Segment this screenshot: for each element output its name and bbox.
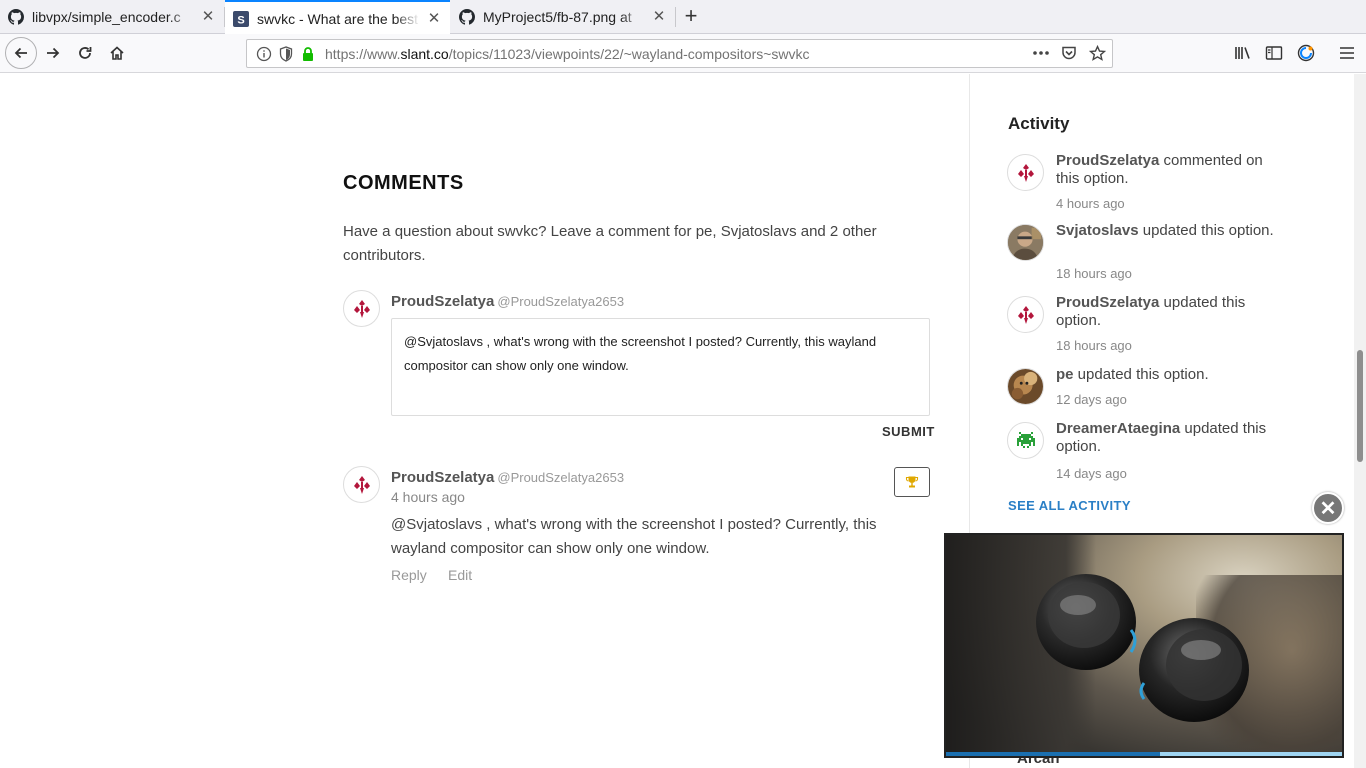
video-player[interactable] bbox=[944, 533, 1344, 758]
activity-time[interactable]: 14 days ago bbox=[1056, 466, 1127, 481]
new-tab-button[interactable]: + bbox=[678, 4, 704, 30]
comment-author: ProudSzelatya @ProudSzelatya2653 bbox=[391, 469, 624, 487]
bookmark-star-icon[interactable] bbox=[1088, 44, 1106, 62]
activity-action: updated this option. bbox=[1073, 366, 1209, 383]
svg-text:S: S bbox=[237, 14, 244, 26]
back-arrow-icon bbox=[14, 47, 27, 59]
avatar[interactable] bbox=[343, 290, 380, 327]
slant-icon: S bbox=[233, 10, 249, 27]
hamburger-menu-icon[interactable] bbox=[1337, 43, 1357, 63]
forward-button[interactable] bbox=[38, 38, 68, 68]
activity-text: pe updated this option. bbox=[1056, 366, 1276, 384]
proudszelatya-logo-icon bbox=[1017, 163, 1034, 182]
comment-textarea[interactable]: @Svjatoslavs , what's wrong with the scr… bbox=[391, 318, 930, 416]
comment-timestamp[interactable]: 4 hours ago bbox=[391, 489, 465, 505]
tab-title: swvkc - What are the best bbox=[257, 10, 419, 27]
composer-author: ProudSzelatya @ProudSzelatya2653 bbox=[391, 293, 624, 311]
video-progress-bar[interactable] bbox=[946, 752, 1342, 756]
home-button[interactable] bbox=[102, 38, 132, 68]
lock-icon[interactable] bbox=[299, 45, 317, 63]
activity-user[interactable]: Svjatoslavs bbox=[1056, 222, 1139, 239]
activity-text: ProudSzelatya updated this option. bbox=[1056, 294, 1276, 330]
tab-bar: libvpx/simple_encoder.c ✕ S swvkc - What… bbox=[0, 0, 1366, 35]
activity-text: DreamerAtaegina updated this option. bbox=[1056, 420, 1276, 456]
proudszelatya-logo-icon bbox=[353, 299, 370, 318]
avatar[interactable] bbox=[1007, 224, 1044, 261]
page-content: COMMENTS Have a question about swvkc? Le… bbox=[0, 74, 1354, 768]
avatar[interactable] bbox=[343, 466, 380, 503]
author-handle: @ProudSzelatya2653 bbox=[497, 294, 625, 309]
account-icon[interactable] bbox=[1296, 43, 1316, 63]
tab-title: MyProject5/fb-87.png at bbox=[483, 9, 632, 25]
earbuds-image bbox=[1036, 574, 1249, 722]
url-text: https://www.slant.co/topics/11023/viewpo… bbox=[325, 46, 810, 62]
scrollbar-thumb[interactable] bbox=[1357, 350, 1363, 462]
url-domain: slant.co bbox=[400, 45, 449, 62]
submit-button[interactable]: SUBMIT bbox=[882, 424, 935, 439]
pe-photo-icon bbox=[1008, 369, 1043, 404]
home-icon bbox=[110, 46, 124, 60]
author-name[interactable]: ProudSzelatya bbox=[391, 293, 494, 310]
reload-icon bbox=[79, 47, 92, 59]
tab-separator bbox=[675, 7, 676, 27]
see-all-activity-link[interactable]: SEE ALL ACTIVITY bbox=[1008, 498, 1131, 513]
library-icon[interactable] bbox=[1233, 43, 1253, 63]
github-icon bbox=[8, 9, 24, 25]
activity-user[interactable]: DreamerAtaegina bbox=[1056, 420, 1180, 437]
activity-time[interactable]: 18 hours ago bbox=[1056, 266, 1132, 281]
pocket-icon[interactable] bbox=[1060, 44, 1078, 62]
award-button[interactable] bbox=[894, 467, 930, 497]
activity-time[interactable]: 12 days ago bbox=[1056, 392, 1127, 407]
page-scrollbar[interactable] bbox=[1354, 74, 1366, 768]
dreamerataegina-invader-icon bbox=[1016, 431, 1035, 448]
svjatoslavs-photo-icon bbox=[1008, 225, 1043, 260]
close-video-button[interactable]: ✕ bbox=[1312, 492, 1344, 524]
proudszelatya-logo-icon bbox=[353, 475, 370, 494]
activity-text: Svjatoslavs updated this option. bbox=[1056, 222, 1276, 240]
tab-swvkc[interactable]: S swvkc - What are the best ✕ bbox=[225, 0, 450, 35]
forward-arrow-icon bbox=[47, 47, 60, 59]
close-tab-icon[interactable]: ✕ bbox=[651, 9, 667, 25]
page-actions-icon[interactable] bbox=[1032, 44, 1050, 62]
activity-text: ProudSzelatya commented on this option. bbox=[1056, 152, 1276, 188]
github-icon bbox=[459, 9, 475, 25]
avatar[interactable] bbox=[1007, 296, 1044, 333]
activity-heading: Activity bbox=[1008, 114, 1070, 133]
back-button[interactable] bbox=[5, 37, 37, 69]
url-path: /topics/11023/viewpoints/22/~wayland-com… bbox=[448, 45, 810, 62]
activity-time[interactable]: 4 hours ago bbox=[1056, 196, 1125, 211]
activity-time[interactable]: 18 hours ago bbox=[1056, 338, 1132, 353]
activity-user[interactable]: ProudSzelatya bbox=[1056, 294, 1159, 311]
avatar[interactable] bbox=[1007, 154, 1044, 191]
tab-libvpx[interactable]: libvpx/simple_encoder.c ✕ bbox=[0, 0, 224, 34]
reply-link[interactable]: Reply bbox=[391, 567, 427, 583]
tracking-shield-icon[interactable] bbox=[277, 45, 295, 63]
author-name[interactable]: ProudSzelatya bbox=[391, 469, 494, 486]
tab-title: libvpx/simple_encoder.c bbox=[32, 9, 181, 25]
comments-heading: COMMENTS bbox=[343, 172, 464, 194]
edit-link[interactable]: Edit bbox=[448, 567, 472, 583]
url-bar[interactable]: https://www.slant.co/topics/11023/viewpo… bbox=[246, 39, 1113, 68]
activity-action: updated this option. bbox=[1138, 222, 1274, 239]
info-icon[interactable] bbox=[255, 45, 273, 63]
activity-user[interactable]: pe bbox=[1056, 366, 1074, 383]
video-progress-fill bbox=[946, 752, 1160, 756]
avatar[interactable] bbox=[1007, 368, 1044, 405]
proudszelatya-logo-icon bbox=[1017, 305, 1034, 324]
author-handle: @ProudSzelatya2653 bbox=[497, 470, 625, 485]
activity-user[interactable]: ProudSzelatya bbox=[1056, 152, 1159, 169]
comments-intro: Have a question about swvkc? Leave a com… bbox=[343, 223, 877, 264]
sidebar-toggle-icon[interactable] bbox=[1264, 43, 1284, 63]
reload-button[interactable] bbox=[70, 38, 100, 68]
trophy-icon bbox=[905, 476, 919, 488]
navigation-bar: https://www.slant.co/topics/11023/viewpo… bbox=[0, 34, 1366, 73]
close-tab-icon[interactable]: ✕ bbox=[426, 10, 442, 27]
comment-body: @Svjatoslavs , what's wrong with the scr… bbox=[391, 516, 877, 557]
tab-myproject5[interactable]: MyProject5/fb-87.png at ✕ bbox=[451, 0, 675, 34]
close-tab-icon[interactable]: ✕ bbox=[200, 9, 216, 25]
avatar[interactable] bbox=[1007, 422, 1044, 459]
url-prefix: https://www. bbox=[325, 45, 401, 62]
